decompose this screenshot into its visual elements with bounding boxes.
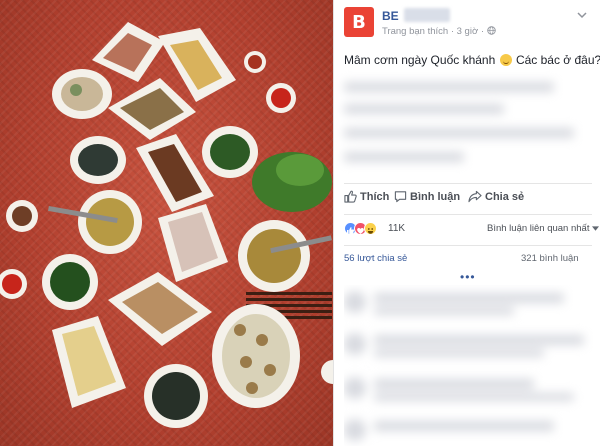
avatar-letter: B (352, 11, 366, 33)
post-text-main: Mâm cơm ngày Quốc khánh (344, 53, 496, 67)
dish-sliced-pork (158, 204, 228, 282)
dish-boiled-chicken (52, 316, 126, 408)
post-text-question: Các bác ở đâu?? (515, 53, 600, 67)
page-avatar[interactable]: B (344, 7, 374, 37)
comment-sort-dropdown[interactable]: Bình luận liên quan nhất (487, 223, 600, 234)
action-bar: Thích Bình luận Chia sẻ (344, 190, 594, 208)
like-button[interactable]: Thích (344, 190, 389, 203)
page-name-blur (404, 8, 450, 22)
share-label: Chia sẻ (485, 190, 525, 203)
dish-greens-right (202, 126, 258, 178)
smile-emoji-icon (499, 54, 512, 66)
page-name[interactable]: BE (382, 9, 399, 23)
post-panel: B BE Trang bạn thích · 3 giờ · Mâm cơm n… (333, 0, 600, 446)
dish-stuffed-shells (212, 304, 300, 408)
haha-icon (364, 222, 377, 235)
dish-grilled-meat (136, 134, 214, 212)
comment-icon (394, 191, 407, 203)
soup-bowl-center (48, 190, 142, 254)
herb-leaves (252, 152, 332, 212)
dish-black-cakes-left (70, 136, 126, 184)
divider-mid (344, 214, 592, 215)
blurred-content (344, 74, 594, 174)
reaction-summary[interactable]: 11K Bình luận liên quan nhất (344, 222, 600, 238)
share-arrow-icon (468, 190, 482, 203)
caret-down-icon (592, 226, 600, 231)
dish-rolls (108, 78, 196, 140)
more-comments-dots[interactable]: ••• (460, 270, 476, 284)
dish-top-center (92, 22, 165, 82)
comment-button[interactable]: Bình luận (394, 190, 460, 203)
dish-black-cakes-bottom (144, 364, 208, 428)
share-count[interactable]: 56 lượt chia sẻ (344, 253, 407, 264)
dish-greens-left (42, 254, 98, 310)
divider-top (344, 183, 592, 184)
white-cup (321, 360, 333, 384)
comment-label: Bình luận (410, 190, 461, 203)
post-photo[interactable] (0, 0, 333, 446)
chevron-down-icon[interactable] (577, 8, 587, 22)
dish-sweet-buns (108, 272, 212, 346)
thumb-up-icon (344, 190, 357, 203)
comment-list-blurred (344, 285, 594, 446)
post-header: B BE Trang bạn thích · 3 giờ · (334, 0, 600, 42)
comment-count[interactable]: 321 bình luận (521, 253, 579, 264)
post-meta: Trang bạn thích · 3 giờ · (382, 26, 496, 37)
post-message: Mâm cơm ngày Quốc khánh Các bác ở đâu?? (344, 53, 600, 67)
soup-bowl-right (238, 220, 332, 292)
like-label: Thích (360, 190, 390, 203)
reaction-count: 11K (388, 223, 406, 234)
globe-icon (486, 26, 496, 35)
comment-sort-label: Bình luận liên quan nhất (487, 223, 590, 234)
post-meta-text: Trang bạn thích · 3 giờ · (382, 26, 484, 37)
share-button[interactable]: Chia sẻ (468, 190, 524, 203)
dish-top-left (52, 69, 112, 119)
food-tray-photo (0, 22, 333, 428)
divider-stats (344, 245, 592, 246)
